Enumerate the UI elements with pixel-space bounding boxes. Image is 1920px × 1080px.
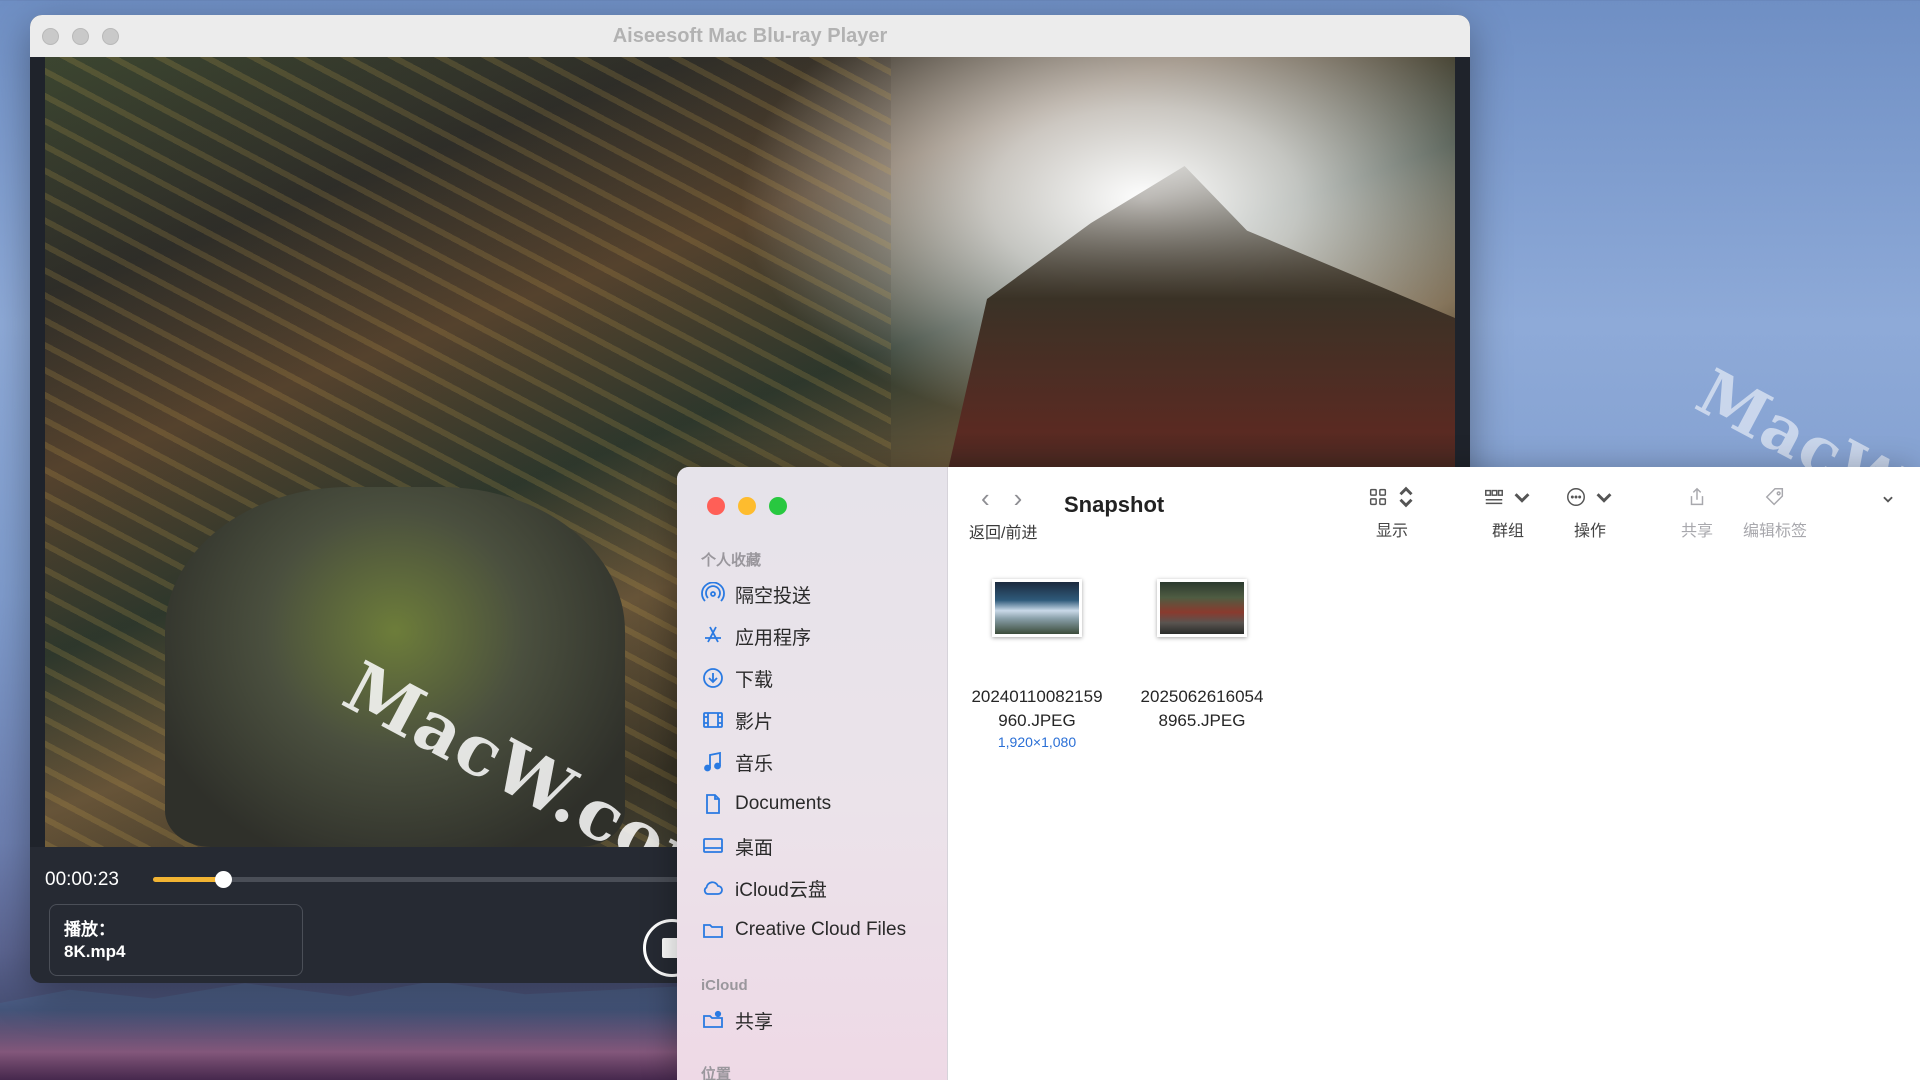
file-name-line: 20240110082159 — [971, 687, 1103, 706]
file-name: 20240110082159 960.JPEG — [957, 685, 1117, 733]
desktop-glow — [0, 1010, 700, 1080]
file-name-line: 8965.JPEG — [1158, 711, 1246, 730]
forward-chevron-icon[interactable]: › — [1014, 483, 1023, 514]
icloud-icon — [703, 881, 723, 895]
sidebar-label: 音乐 — [735, 753, 774, 775]
toolbar-group[interactable]: 群组 — [1483, 483, 1533, 541]
minimize-button[interactable] — [72, 28, 89, 45]
sidebar-item-desktop[interactable]: 桌面 — [701, 828, 773, 864]
folder-icon — [703, 924, 723, 938]
ellipsis-circle-icon — [1567, 488, 1585, 506]
finder-window: 个人收藏 隔空投送 应用程序 下载 影片 音乐 Documents 桌面 iCl… — [677, 467, 1920, 1080]
sidebar-item-shared[interactable]: 共享 — [701, 1002, 773, 1038]
toolbar-label: 编辑标签 — [1743, 523, 1808, 540]
share-icon — [1690, 487, 1704, 506]
close-button[interactable] — [42, 28, 59, 45]
player-title: Aiseesoft Mac Blu-ray Player — [612, 24, 888, 47]
file-name: 2025062616054 8965.JPEG — [1122, 685, 1282, 733]
grid-view-icon — [1369, 488, 1387, 506]
finder-close-button[interactable] — [707, 497, 725, 515]
icloud-header: iCloud — [701, 977, 748, 994]
finder-main: ‹ › 返回/前进 Snapshot 显示 群组 操作 共享 编辑标签 2024… — [947, 467, 1920, 1080]
sidebar-item-movies[interactable]: 影片 — [701, 702, 773, 738]
sidebar-label: Creative Cloud Files — [735, 919, 907, 940]
shared-folder-icon — [703, 1010, 723, 1028]
sidebar-label: iCloud云盘 — [735, 879, 827, 901]
nav-label: 返回/前进 — [969, 525, 1038, 542]
finder-sidebar: 个人收藏 隔空投送 应用程序 下载 影片 音乐 Documents 桌面 iCl… — [677, 467, 948, 1080]
finder-minimize-button[interactable] — [738, 497, 756, 515]
now-playing-box: 播放： 8K.mp4 — [49, 904, 303, 976]
finder-zoom-button[interactable] — [769, 497, 787, 515]
file-name-line: 2025062616054 — [1140, 687, 1264, 706]
elapsed-time: 00:00:23 — [45, 869, 119, 890]
toolbar-label: 操作 — [1573, 523, 1606, 540]
chevron-updown-icon — [1399, 486, 1413, 508]
progress-track[interactable] — [153, 871, 713, 888]
zoom-button[interactable] — [102, 28, 119, 45]
sidebar-label: 下载 — [735, 669, 774, 691]
locations-header: 位置 — [701, 1066, 732, 1080]
nav-arrows: ‹ › — [981, 483, 1022, 514]
download-icon — [703, 668, 723, 688]
player-titlebar: Aiseesoft Mac Blu-ray Player — [30, 15, 1470, 57]
toolbar-view[interactable]: 显示 — [1367, 483, 1417, 541]
sidebar-label: Documents — [735, 793, 832, 814]
applications-icon — [705, 626, 721, 643]
sidebar-item-music[interactable]: 音乐 — [701, 744, 773, 780]
toolbar-overflow-chevron-icon[interactable] — [1881, 492, 1895, 506]
folder-title: Snapshot — [1064, 492, 1165, 517]
toolbar-action[interactable]: 操作 — [1565, 483, 1615, 541]
file-thumbnail — [1157, 579, 1247, 637]
toolbar-share[interactable]: 共享 — [1681, 483, 1713, 541]
airdrop-icon — [701, 582, 725, 602]
file-item[interactable]: 2025062616054 8965.JPEG — [1122, 579, 1282, 733]
group-icon — [1485, 489, 1503, 505]
document-icon — [706, 794, 720, 814]
sidebar-item-icloud-drive[interactable]: iCloud云盘 — [701, 870, 827, 906]
sidebar-item-downloads[interactable]: 下载 — [701, 660, 773, 696]
back-chevron-icon[interactable]: ‹ — [981, 483, 990, 514]
file-thumbnail — [992, 579, 1082, 637]
toolbar-label: 显示 — [1375, 523, 1408, 540]
desktop-icon — [703, 838, 723, 853]
music-icon — [704, 751, 721, 772]
finder-window-controls — [707, 497, 787, 515]
toolbar-label: 共享 — [1681, 523, 1714, 540]
sidebar-label: 共享 — [735, 1011, 774, 1033]
progress-fill — [153, 877, 223, 882]
favorites-header: 个人收藏 — [701, 552, 762, 569]
sidebar-label: 隔空投送 — [735, 585, 812, 607]
sidebar-item-documents[interactable]: Documents — [701, 786, 831, 822]
sidebar-item-airdrop[interactable]: 隔空投送 — [701, 576, 811, 612]
file-name-line: 960.JPEG — [998, 711, 1076, 730]
sidebar-label: 应用程序 — [735, 627, 812, 649]
tag-icon — [1765, 488, 1784, 506]
toolbar-edit-tags[interactable]: 编辑标签 — [1743, 483, 1807, 541]
now-playing-file: 8K.mp4 — [64, 942, 126, 961]
sidebar-label: 桌面 — [735, 837, 774, 859]
now-playing-label: 播放： — [64, 920, 115, 939]
file-item[interactable]: 20240110082159 960.JPEG 1,920×1,080 — [957, 579, 1117, 751]
chevron-down-icon — [1514, 493, 1530, 503]
progress-knob[interactable] — [215, 871, 232, 888]
film-icon — [703, 712, 723, 728]
chevron-down-icon — [1596, 493, 1612, 503]
sidebar-item-applications[interactable]: 应用程序 — [701, 618, 811, 654]
sidebar-label: 影片 — [735, 711, 774, 733]
player-window-controls — [42, 28, 119, 45]
sidebar-item-creative-cloud[interactable]: Creative Cloud Files — [701, 912, 906, 948]
toolbar-label: 群组 — [1491, 523, 1524, 540]
file-dimensions: 1,920×1,080 — [997, 734, 1077, 750]
